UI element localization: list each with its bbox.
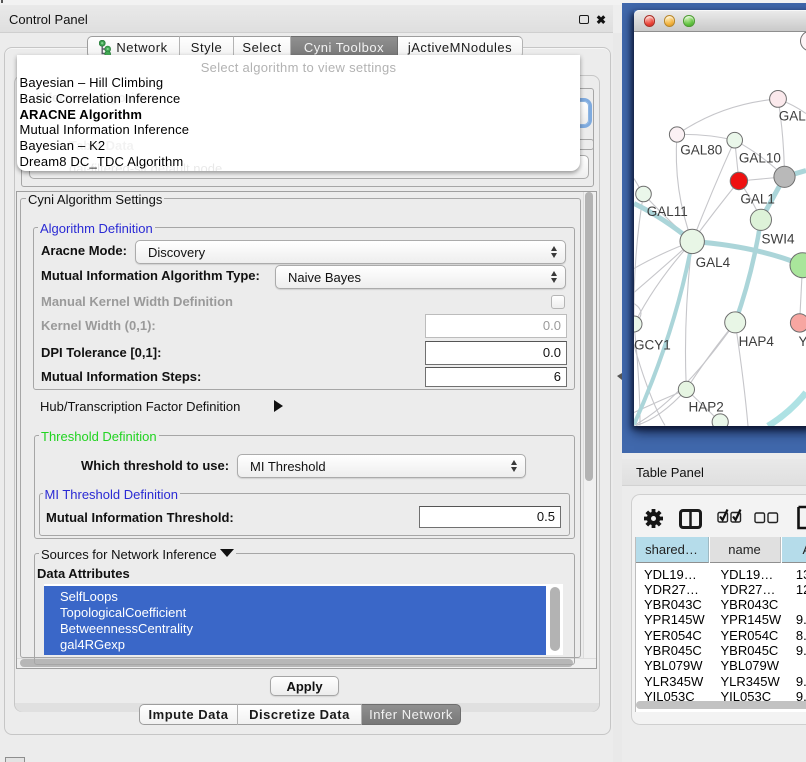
svg-text:GCY1: GCY1 bbox=[634, 338, 671, 353]
svg-text:GAL10: GAL10 bbox=[739, 151, 781, 166]
svg-text:GAL1: GAL1 bbox=[740, 192, 775, 207]
svg-text:GAL4: GAL4 bbox=[696, 255, 731, 270]
svg-text:GAL2: GAL2 bbox=[779, 109, 806, 124]
svg-text:GAL80: GAL80 bbox=[680, 143, 722, 158]
svg-text:Y: Y bbox=[799, 334, 806, 349]
svg-text:SWI4: SWI4 bbox=[761, 232, 794, 247]
svg-text:GAL11: GAL11 bbox=[647, 204, 688, 219]
svg-text:HAP4: HAP4 bbox=[739, 334, 775, 349]
svg-text:HAP2: HAP2 bbox=[689, 400, 724, 415]
